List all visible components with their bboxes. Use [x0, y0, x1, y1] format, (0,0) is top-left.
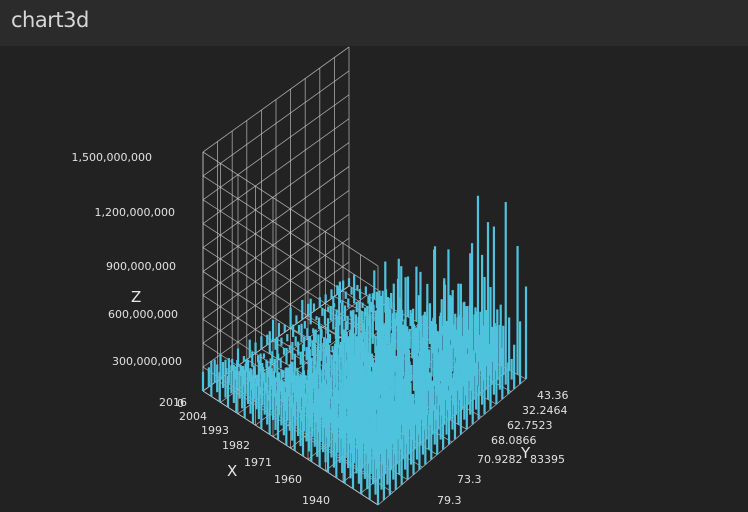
z-tick-label: 1,500,000,000	[72, 151, 152, 164]
z-tick-label: 900,000,000	[106, 260, 176, 273]
z-tick-label: 600,000,000	[108, 308, 178, 321]
y-axis-label: Y	[520, 444, 531, 462]
z-tick-label: 300,000,000	[112, 355, 182, 368]
z-tick-label: 1,200,000,000	[95, 206, 175, 219]
x-tick-label: 1971	[244, 456, 272, 469]
y-tick-label: 70.9282	[477, 453, 523, 466]
x-tick-label: 1993	[201, 424, 229, 437]
x-tick-label: 1982	[222, 439, 250, 452]
z-axis-ticks: 0300,000,000600,000,000900,000,0001,200,…	[72, 151, 184, 410]
z-axis-label: Z	[131, 288, 141, 306]
y-tick-label: 43.36	[537, 389, 569, 402]
y-tick-label: 73.3	[457, 473, 482, 486]
bar3d-chart[interactable]: 0300,000,000600,000,000900,000,0001,200,…	[0, 46, 748, 512]
x-tick-label: 1960	[274, 473, 302, 486]
y-tick-label: 62.7523	[507, 419, 553, 432]
y-tick-label: 83395	[530, 453, 565, 466]
app-header: chart3d	[0, 0, 748, 46]
y-tick-label: 32.2464	[522, 404, 568, 417]
app-title: chart3d	[11, 8, 89, 32]
x-tick-label: 2016	[159, 396, 187, 409]
x-tick-label: 2004	[179, 410, 207, 423]
y-tick-label: 79.3	[437, 494, 462, 507]
x-tick-label: 1940	[302, 494, 330, 507]
x-axis-label: X	[227, 462, 237, 480]
chart-panel: 0 300,000,000 600,000,000 900,000,000 1,200,…	[0, 46, 748, 512]
